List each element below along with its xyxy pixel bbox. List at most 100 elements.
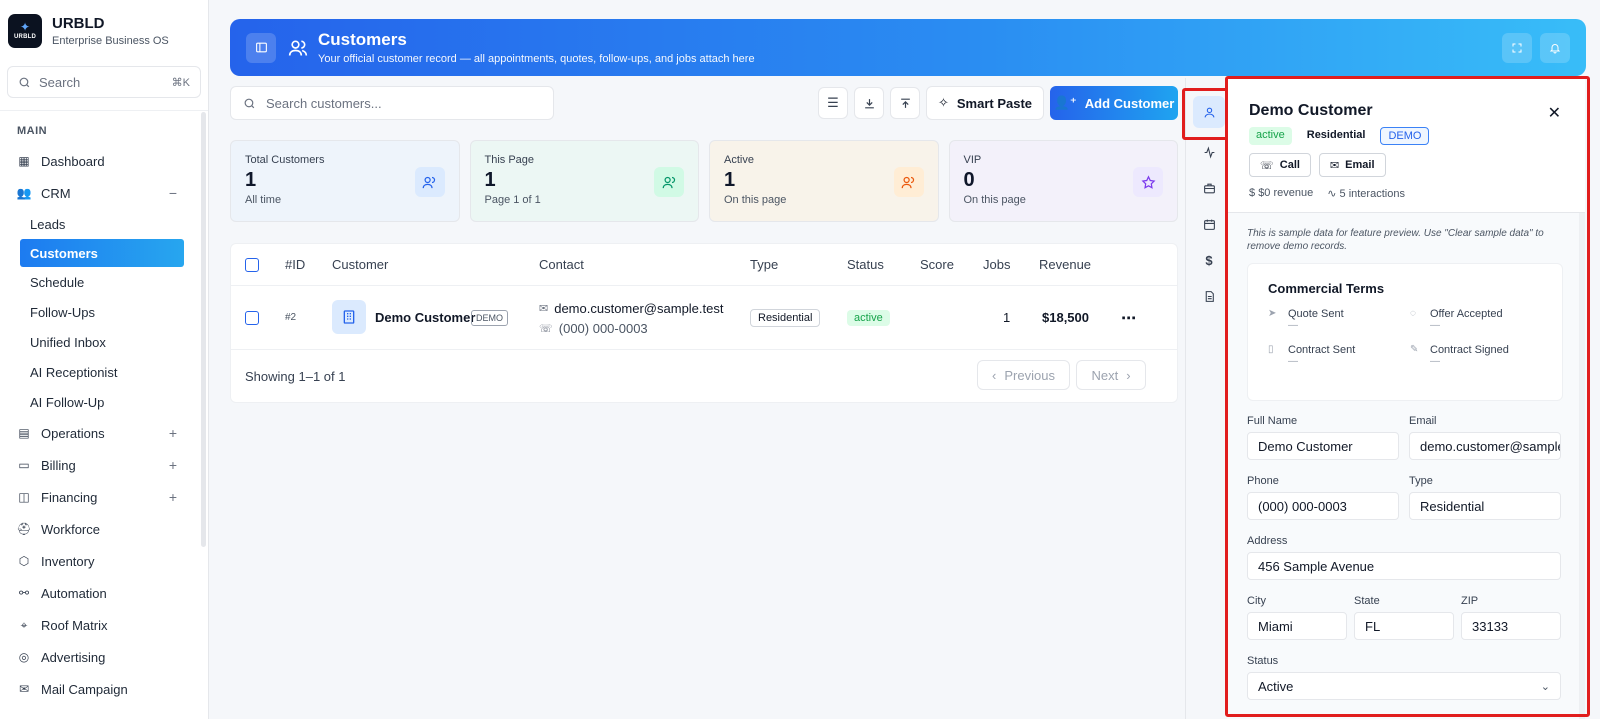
sidebar-item-billing[interactable]: ▭ Billing + xyxy=(0,449,208,481)
download-button[interactable] xyxy=(854,87,884,119)
global-search-placeholder: Search xyxy=(39,74,81,90)
row-email[interactable]: ✉ demo.customer@sample.test xyxy=(539,301,723,316)
sidebar-scrollbar[interactable] xyxy=(201,112,206,547)
workflow-icon: ⚯ xyxy=(18,586,30,600)
rail-billing-tab[interactable]: $ xyxy=(1193,244,1225,276)
mail-icon: ✉ xyxy=(539,303,549,315)
rail-jobs-tab[interactable] xyxy=(1193,172,1225,204)
expand-icon[interactable]: + xyxy=(169,489,177,505)
target-icon: ◎ xyxy=(18,650,30,664)
row-phone[interactable]: ☏ (000) 000-0003 xyxy=(539,321,648,336)
smart-paste-button[interactable]: ✧ Smart Paste xyxy=(926,86,1044,120)
previous-button[interactable]: ‹ Previous xyxy=(977,360,1070,390)
search-shortcut: ⌘K xyxy=(171,76,190,89)
table-header: #ID Customer Contact Type Status Score J… xyxy=(231,244,1177,286)
brand-name: URBLD xyxy=(52,15,105,32)
global-search[interactable]: Search ⌘K xyxy=(7,66,201,98)
sparkle-icon: ✧ xyxy=(937,95,949,110)
row-more-icon[interactable]: ⋯ xyxy=(1121,309,1137,327)
stat-active: Active 1 On this page xyxy=(709,140,939,222)
row-demo-badge: DEMO xyxy=(471,309,508,326)
upload-icon xyxy=(900,98,910,108)
highlight-profile-tab xyxy=(1182,88,1228,140)
download-icon xyxy=(864,98,874,108)
fullscreen-button[interactable] xyxy=(1502,32,1532,63)
sidebar: ✦ URBLD URBLD Enterprise Business OS Sea… xyxy=(0,0,209,719)
activity-icon xyxy=(1204,145,1214,159)
sidebar-sub-customers[interactable]: Customers xyxy=(20,239,184,267)
page-subtitle: Your official customer record — all appo… xyxy=(318,53,755,65)
table-row[interactable]: #2 Demo Customer DEMO ✉ demo.customer@sam… xyxy=(231,286,1177,350)
dollar-icon: $ xyxy=(1205,252,1213,268)
sidebar-sub-ai-follow-up[interactable]: AI Follow-Up xyxy=(0,387,208,417)
sidebar-item-dashboard[interactable]: ▦ Dashboard xyxy=(0,145,208,177)
toolbar: Search customers... ☰ ✧ Smart Paste 👤⁺ Add… xyxy=(230,86,1178,120)
brand[interactable]: ✦ URBLD URBLD Enterprise Business OS xyxy=(0,0,208,62)
rail-activity-tab[interactable] xyxy=(1193,136,1225,168)
toggle-sidebar-button[interactable] xyxy=(246,32,276,63)
sliders-icon: ☰ xyxy=(827,95,839,110)
briefcase-icon xyxy=(1203,183,1215,193)
expand-icon[interactable]: + xyxy=(169,457,177,473)
pin-icon: ⌖ xyxy=(20,617,28,632)
sidebar-item-roof-matrix[interactable]: ⌖ Roof Matrix xyxy=(0,609,208,641)
sidebar-item-operations[interactable]: ▤ Operations + xyxy=(0,417,208,449)
chevron-left-icon: ‹ xyxy=(992,367,997,383)
col-status[interactable]: Status xyxy=(847,257,884,272)
sidebar-sub-leads[interactable]: Leads xyxy=(0,209,208,239)
col-id[interactable]: #ID xyxy=(285,257,305,272)
row-status-badge: active xyxy=(847,309,890,326)
section-main: MAIN xyxy=(17,125,48,137)
wallet-icon: ◫ xyxy=(18,490,30,504)
sidebar-item-advertising[interactable]: ◎ Advertising xyxy=(0,641,208,673)
table-footer: Showing 1–1 of 1 ‹ Previous Next › xyxy=(231,350,1177,402)
col-customer[interactable]: Customer xyxy=(332,257,388,272)
row-customer-name[interactable]: Demo Customer xyxy=(375,310,475,325)
select-all-checkbox[interactable] xyxy=(245,257,259,272)
highlight-detail-panel xyxy=(1225,76,1590,717)
expand-icon[interactable]: + xyxy=(169,425,177,441)
notifications-button[interactable] xyxy=(1540,32,1570,63)
sidebar-sub-follow-ups[interactable]: Follow-Ups xyxy=(0,297,208,327)
helmet-icon: ⛑ xyxy=(16,522,32,536)
logo-mark-icon: ✦ xyxy=(19,20,31,34)
row-checkbox[interactable] xyxy=(245,310,259,325)
sidebar-sub-schedule[interactable]: Schedule xyxy=(0,267,208,297)
user-plus-icon: 👤⁺ xyxy=(1053,95,1077,110)
users-icon xyxy=(414,167,445,197)
sidebar-item-inventory[interactable]: ⬡ Inventory xyxy=(0,545,208,577)
sidebar-sub-unified-inbox[interactable]: Unified Inbox xyxy=(0,327,208,357)
stat-this-page: This Page 1 Page 1 of 1 xyxy=(469,140,699,222)
sidebar-nav: ▦ Dashboard 👥 CRM − Leads Customers Schedul… xyxy=(0,145,208,705)
col-revenue[interactable]: Revenue xyxy=(1039,257,1091,272)
add-customer-button[interactable]: 👤⁺ Add Customer xyxy=(1050,86,1178,120)
upload-button[interactable] xyxy=(890,87,920,119)
grid-icon: ▦ xyxy=(18,154,30,168)
customer-search-input[interactable]: Search customers... xyxy=(230,86,554,120)
sidebar-item-financing[interactable]: ◫ Financing + xyxy=(0,481,208,513)
filter-button[interactable]: ☰ xyxy=(818,87,848,119)
stat-vip: VIP 0 On this page xyxy=(948,140,1178,222)
sidebar-item-crm[interactable]: 👥 CRM − xyxy=(0,177,208,209)
sidebar-sub-ai-receptionist[interactable]: AI Receptionist xyxy=(0,357,208,387)
col-score[interactable]: Score xyxy=(920,257,954,272)
col-jobs[interactable]: Jobs xyxy=(983,257,1010,272)
users-icon xyxy=(893,167,924,197)
chevron-right-icon: › xyxy=(1126,367,1131,383)
document-icon xyxy=(1205,290,1214,302)
pagination-summary: Showing 1–1 of 1 xyxy=(245,368,346,384)
row-id: #2 xyxy=(285,312,297,323)
expand-icon xyxy=(1512,43,1522,52)
collapse-icon[interactable]: − xyxy=(169,185,177,201)
briefcase-icon: ▤ xyxy=(18,426,30,440)
col-type[interactable]: Type xyxy=(750,257,778,272)
rail-documents-tab[interactable] xyxy=(1193,280,1225,312)
sidebar-item-mail-campaign[interactable]: ✉ Mail Campaign xyxy=(0,673,208,705)
mail-icon: ✉ xyxy=(18,682,30,696)
rail-schedule-tab[interactable] xyxy=(1193,208,1225,240)
next-button[interactable]: Next › xyxy=(1076,360,1146,390)
customer-search-placeholder: Search customers... xyxy=(266,95,382,111)
sidebar-item-workforce[interactable]: ⛑ Workforce xyxy=(0,513,208,545)
sidebar-item-automation[interactable]: ⚯ Automation xyxy=(0,577,208,609)
col-contact[interactable]: Contact xyxy=(539,257,584,272)
